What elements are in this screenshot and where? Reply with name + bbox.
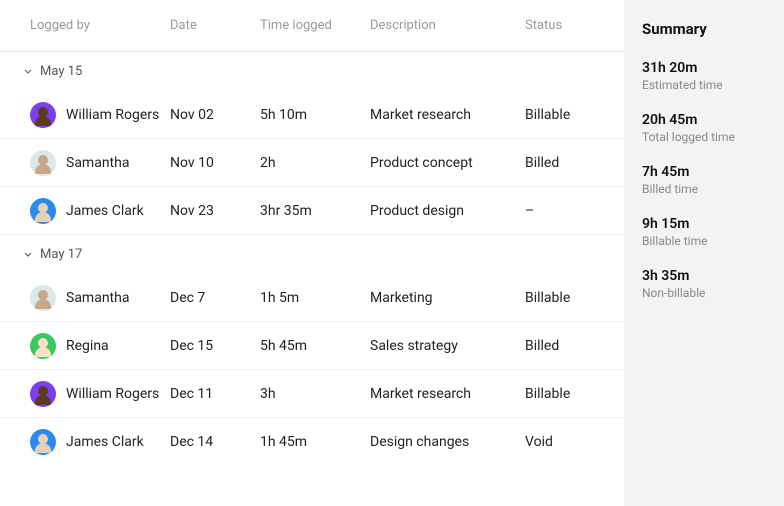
user-name: Samantha <box>66 155 129 171</box>
user-name: James Clark <box>66 434 144 450</box>
table-row[interactable]: Samantha Dec 71h 5mMarketingBillable <box>0 274 624 322</box>
summary-label: Billable time <box>642 234 766 248</box>
col-header-logged-by[interactable]: Logged by <box>0 18 170 33</box>
avatar <box>30 285 56 311</box>
col-header-date[interactable]: Date <box>170 18 260 33</box>
cell-description: Product design <box>370 203 525 219</box>
cell-date: Dec 7 <box>170 290 260 306</box>
cell-date: Nov 02 <box>170 107 260 123</box>
table-row[interactable]: Samantha Nov 102hProduct conceptBilled <box>0 139 624 187</box>
user-name: William Rogers <box>66 107 159 123</box>
cell-logged-by: Samantha <box>0 285 170 311</box>
cell-time: 3hr 35m <box>260 203 370 219</box>
table-row[interactable]: James Clark Nov 233hr 35mProduct design– <box>0 187 624 235</box>
cell-date: Nov 10 <box>170 155 260 171</box>
cell-description: Design changes <box>370 434 525 450</box>
summary-item: 20h 45m Total logged time <box>642 112 766 144</box>
summary-item: 3h 35m Non-billable <box>642 268 766 300</box>
cell-logged-by: William Rogers <box>0 381 170 407</box>
avatar <box>30 198 56 224</box>
col-header-time-logged[interactable]: Time logged <box>260 18 370 33</box>
cell-logged-by: James Clark <box>0 198 170 224</box>
group-header[interactable]: May 15 <box>0 52 624 91</box>
cell-description: Market research <box>370 386 525 402</box>
user-name: Samantha <box>66 290 129 306</box>
user-name: William Rogers <box>66 386 159 402</box>
summary-title: Summary <box>642 20 766 38</box>
cell-status: – <box>525 203 620 219</box>
table-row[interactable]: James Clark Dec 141h 45mDesign changesVoi… <box>0 418 624 466</box>
summary-label: Non-billable <box>642 286 766 300</box>
avatar <box>30 429 56 455</box>
chevron-down-icon <box>24 68 32 76</box>
avatar <box>30 381 56 407</box>
group-label: May 17 <box>40 247 82 262</box>
time-log-table: Logged by Date Time logged Description S… <box>0 0 624 506</box>
avatar <box>30 333 56 359</box>
avatar <box>30 150 56 176</box>
avatar <box>30 102 56 128</box>
cell-date: Dec 15 <box>170 338 260 354</box>
summary-label: Total logged time <box>642 130 766 144</box>
cell-description: Sales strategy <box>370 338 525 354</box>
cell-description: Marketing <box>370 290 525 306</box>
cell-time: 3h <box>260 386 370 402</box>
cell-description: Market research <box>370 107 525 123</box>
cell-status: Billable <box>525 107 620 123</box>
chevron-down-icon <box>24 251 32 259</box>
summary-item: 31h 20m Estimated time <box>642 60 766 92</box>
summary-value: 9h 15m <box>642 216 766 232</box>
summary-label: Billed time <box>642 182 766 196</box>
table-row[interactable]: Regina Dec 155h 45mSales strategyBilled <box>0 322 624 370</box>
summary-value: 7h 45m <box>642 164 766 180</box>
summary-label: Estimated time <box>642 78 766 92</box>
table-header: Logged by Date Time logged Description S… <box>0 0 624 52</box>
summary-panel: Summary 31h 20m Estimated time 20h 45m Tota… <box>624 0 784 506</box>
cell-time: 5h 45m <box>260 338 370 354</box>
cell-date: Dec 14 <box>170 434 260 450</box>
cell-time: 2h <box>260 155 370 171</box>
cell-logged-by: James Clark <box>0 429 170 455</box>
col-header-description[interactable]: Description <box>370 18 525 33</box>
table-row[interactable]: William Rogers Nov 025h 10mMarket researc… <box>0 91 624 139</box>
cell-logged-by: Samantha <box>0 150 170 176</box>
cell-logged-by: William Rogers <box>0 102 170 128</box>
cell-status: Billable <box>525 290 620 306</box>
cell-logged-by: Regina <box>0 333 170 359</box>
summary-item: 9h 15m Billable time <box>642 216 766 248</box>
summary-item: 7h 45m Billed time <box>642 164 766 196</box>
cell-status: Billed <box>525 338 620 354</box>
cell-time: 5h 10m <box>260 107 370 123</box>
summary-value: 20h 45m <box>642 112 766 128</box>
cell-time: 1h 5m <box>260 290 370 306</box>
group-label: May 15 <box>40 64 82 79</box>
cell-status: Void <box>525 434 620 450</box>
user-name: James Clark <box>66 203 144 219</box>
cell-status: Billed <box>525 155 620 171</box>
cell-status: Billable <box>525 386 620 402</box>
group-header[interactable]: May 17 <box>0 235 624 274</box>
summary-value: 3h 35m <box>642 268 766 284</box>
cell-description: Product concept <box>370 155 525 171</box>
cell-date: Nov 23 <box>170 203 260 219</box>
cell-time: 1h 45m <box>260 434 370 450</box>
summary-value: 31h 20m <box>642 60 766 76</box>
col-header-status[interactable]: Status <box>525 18 620 33</box>
table-row[interactable]: William Rogers Dec 113hMarket researchBil… <box>0 370 624 418</box>
user-name: Regina <box>66 338 109 354</box>
cell-date: Dec 11 <box>170 386 260 402</box>
